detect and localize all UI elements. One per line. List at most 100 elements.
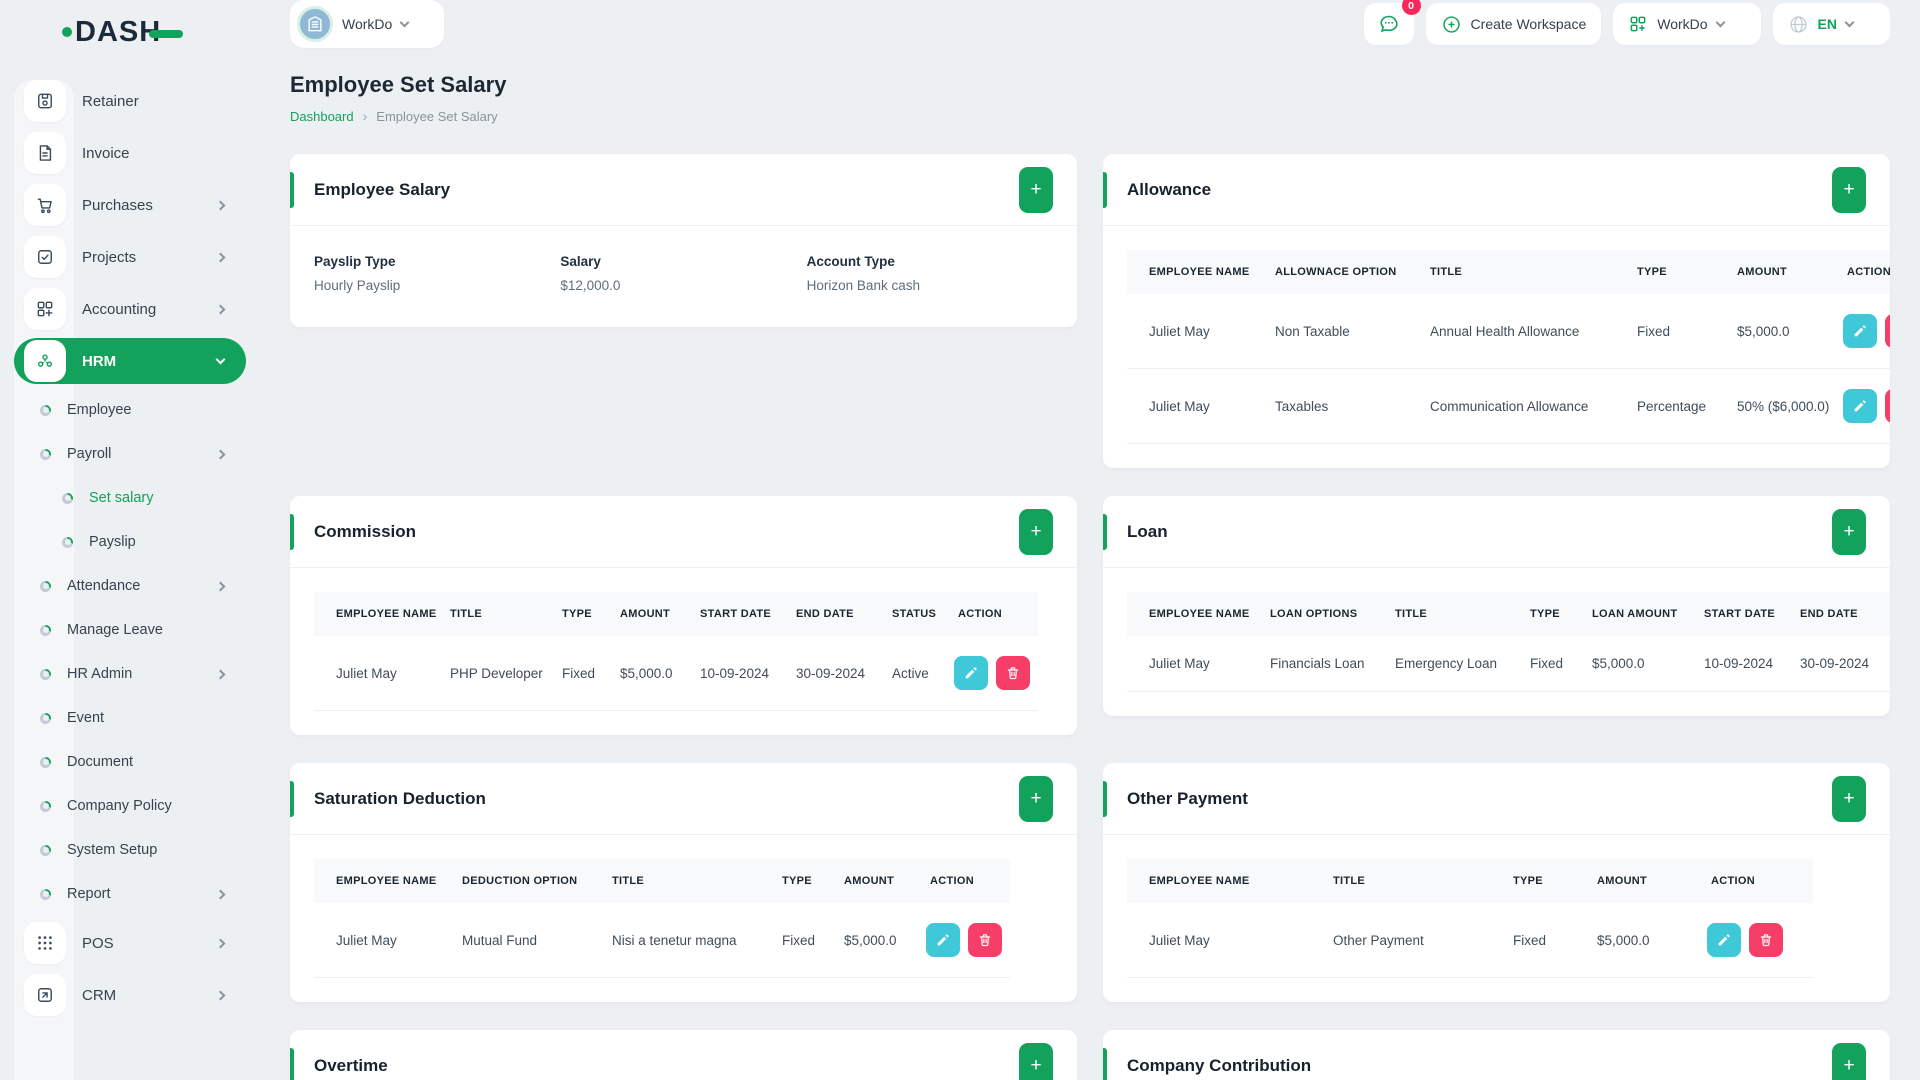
sidebar-item-projects[interactable]: Projects bbox=[0, 234, 246, 280]
edit-button[interactable] bbox=[954, 656, 988, 690]
cell: $5,000.0 bbox=[1574, 636, 1686, 692]
card-loan: Loan + EMPLOYEE NAME LOAN OPTIONS TITLE TYP… bbox=[1103, 496, 1890, 716]
bullet-icon bbox=[40, 580, 51, 592]
edit-button[interactable] bbox=[1707, 923, 1741, 957]
card-title: Company Contribution bbox=[1127, 1055, 1312, 1075]
card-header: Other Payment + bbox=[1103, 763, 1890, 835]
saturation-deduction-table: EMPLOYEE NAME DEDUCTION OPTION TITLE TYPE AM… bbox=[314, 859, 1010, 978]
column-header: ACTION bbox=[1693, 859, 1813, 903]
add-employee-salary-button[interactable]: + bbox=[1019, 166, 1053, 213]
column-header: LOAN AMOUNT bbox=[1574, 592, 1686, 636]
table-row: Juliet May PHP Developer Fixed $5,000.0 10-0… bbox=[314, 636, 1038, 711]
sidebar-item-payslip[interactable]: Payslip bbox=[0, 522, 246, 562]
sidebar-item-retainer[interactable]: Retainer bbox=[0, 78, 246, 124]
sidebar-item-crm[interactable]: CRM bbox=[0, 972, 246, 1018]
sidebar-item-label: Attendance bbox=[67, 578, 141, 594]
sidebar-item-invoice[interactable]: Invoice bbox=[0, 130, 246, 176]
pencil-icon bbox=[1852, 398, 1868, 414]
sidebar-item-label: HRM bbox=[82, 352, 117, 370]
sidebar-item-hrm[interactable]: HRM bbox=[14, 338, 246, 384]
delete-button[interactable] bbox=[1885, 389, 1890, 423]
sidebar-item-manage-leave[interactable]: Manage Leave bbox=[0, 610, 246, 650]
sidebar-item-attendance[interactable]: Attendance bbox=[0, 566, 246, 606]
create-workspace-button[interactable]: Create Workspace bbox=[1425, 3, 1602, 45]
delete-button[interactable] bbox=[996, 656, 1030, 690]
language-selector[interactable]: EN bbox=[1772, 3, 1890, 45]
workspace-label: WorkDo bbox=[342, 16, 393, 32]
bullet-icon bbox=[62, 492, 73, 504]
cell: Communication Allowance bbox=[1412, 368, 1619, 444]
field-value: Hourly Payslip bbox=[314, 278, 401, 293]
add-commission-button[interactable]: + bbox=[1019, 508, 1053, 555]
add-company-contribution-button[interactable]: + bbox=[1832, 1042, 1866, 1080]
sidebar-item-document[interactable]: Document bbox=[0, 742, 246, 782]
cell: Annual Health Allowance bbox=[1412, 294, 1619, 369]
salary-field: Payslip Type Hourly Payslip bbox=[314, 254, 560, 293]
sidebar-item-system-setup[interactable]: System Setup bbox=[0, 830, 246, 870]
edit-button[interactable] bbox=[1843, 389, 1877, 423]
sidebar-item-hr-admin[interactable]: HR Admin bbox=[0, 654, 246, 694]
workspace-menu-button[interactable]: WorkDo bbox=[1613, 3, 1761, 45]
delete-button[interactable] bbox=[1885, 314, 1890, 348]
app-logo[interactable]: DASH bbox=[62, 16, 184, 49]
create-workspace-label: Create Workspace bbox=[1470, 16, 1587, 32]
plus-icon: + bbox=[1843, 521, 1855, 542]
delete-button[interactable] bbox=[968, 923, 1002, 957]
sidebar-item-company-policy[interactable]: Company Policy bbox=[0, 786, 246, 826]
chevron-right-icon bbox=[215, 304, 226, 314]
card-saturation-deduction: Saturation Deduction + EMPLOYEE NAME DEDU… bbox=[290, 763, 1077, 1002]
edit-button[interactable] bbox=[926, 923, 960, 957]
sidebar-item-label: HR Admin bbox=[67, 666, 133, 682]
sidebar-item-label: Report bbox=[67, 886, 111, 902]
add-overtime-button[interactable]: + bbox=[1019, 1042, 1053, 1080]
table-row: Juliet May Non Taxable Annual Health Allow… bbox=[1127, 294, 1890, 369]
column-header: ALLOWNACE OPTION bbox=[1257, 250, 1412, 294]
saturation-deduction-table-wrap: EMPLOYEE NAME DEDUCTION OPTION TITLE TYPE AM… bbox=[290, 835, 1077, 1002]
chevron-down-icon bbox=[215, 354, 226, 365]
plus-icon: + bbox=[1030, 521, 1042, 542]
card-header: Commission + bbox=[290, 496, 1077, 568]
sidebar-item-accounting[interactable]: Accounting bbox=[0, 286, 246, 332]
sidebar-item-purchases[interactable]: Purchases bbox=[0, 182, 246, 228]
card-title: Overtime bbox=[314, 1055, 388, 1075]
sidebar-item-report[interactable]: Report bbox=[0, 874, 246, 914]
add-saturation-deduction-button[interactable]: + bbox=[1019, 775, 1053, 822]
column-header: STATUS bbox=[874, 592, 940, 636]
cell: Juliet May bbox=[314, 636, 432, 711]
chevron-right-icon bbox=[215, 200, 226, 210]
edit-button[interactable] bbox=[1843, 314, 1877, 348]
add-loan-button[interactable]: + bbox=[1832, 508, 1866, 555]
invoice-icon bbox=[24, 132, 66, 174]
bullet-icon bbox=[40, 624, 51, 636]
breadcrumb-dashboard-link[interactable]: Dashboard bbox=[290, 109, 354, 124]
employee-salary-fields: Payslip Type Hourly Payslip Salary $12,00… bbox=[290, 226, 1077, 327]
cell: Fixed bbox=[1619, 294, 1719, 369]
add-other-payment-button[interactable]: + bbox=[1832, 775, 1866, 822]
breadcrumb: Dashboard › Employee Set Salary bbox=[290, 108, 1890, 124]
action-cell bbox=[940, 636, 1038, 711]
sidebar-item-label: Purchases bbox=[82, 196, 153, 214]
cell: Nisi a tenetur magna bbox=[594, 903, 764, 978]
projects-icon bbox=[24, 236, 66, 278]
add-allowance-button[interactable]: + bbox=[1832, 166, 1866, 213]
messages-button[interactable]: 0 bbox=[1363, 0, 1421, 45]
delete-button[interactable] bbox=[1749, 923, 1783, 957]
field-value: Horizon Bank cash bbox=[806, 278, 920, 293]
table-row: Juliet May Financials Loan Emergency Loan F… bbox=[1127, 636, 1890, 692]
cell: 50% ($6,000.0) bbox=[1719, 368, 1829, 444]
column-header: TITLE bbox=[432, 592, 544, 636]
column-header: ACTION bbox=[1829, 250, 1890, 294]
workspace-selector[interactable]: WorkDo bbox=[290, 0, 445, 48]
retainer-icon bbox=[24, 80, 66, 122]
column-header: START DATE bbox=[1686, 592, 1782, 636]
sidebar-item-pos[interactable]: POS bbox=[0, 920, 246, 966]
chevron-right-icon bbox=[215, 581, 226, 591]
chevron-right-icon bbox=[215, 449, 226, 459]
sidebar-item-set-salary[interactable]: Set salary bbox=[0, 478, 246, 518]
bullet-icon bbox=[40, 404, 51, 416]
sidebar-item-event[interactable]: Event bbox=[0, 698, 246, 738]
sidebar: DASH Retainer Invoice Purchases Projects Acc… bbox=[0, 0, 260, 1080]
sidebar-item-employee[interactable]: Employee bbox=[0, 390, 246, 430]
sidebar-item-payroll[interactable]: Payroll bbox=[0, 434, 246, 474]
sidebar-item-label: POS bbox=[82, 934, 114, 952]
